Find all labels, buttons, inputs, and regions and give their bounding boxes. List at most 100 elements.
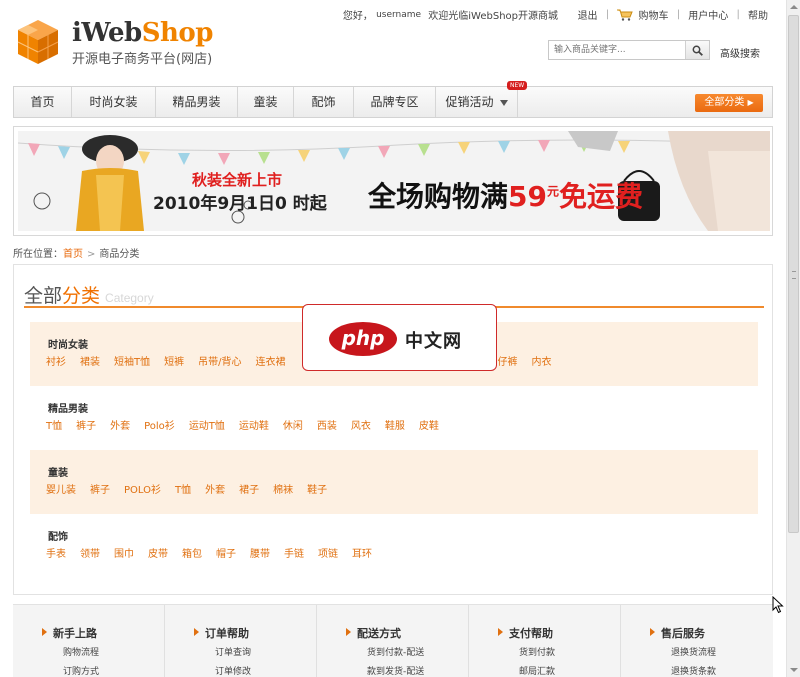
main-nav: 首页 时尚女装 精品男装 童装 配饰 品牌专区 促销活动 NEW 全部分类 ▶ [13,81,773,118]
nav-item-kids[interactable]: 童装 [238,87,294,117]
category-link[interactable]: 耳环 [352,545,372,560]
php-watermark-text: 中文网 [405,331,462,352]
footer-link[interactable]: 购物流程 [63,645,99,658]
promo-banner[interactable]: 秋装全新上市 2010年9月1日0 时起 全场购物满59元免运费 [13,126,773,236]
nav-item-womens[interactable]: 时尚女装 [72,87,156,117]
welcome-text: 欢迎光临iWebShop开源商城 [428,11,558,22]
grip-icon [792,271,796,279]
footer-link[interactable]: 货到付款-配送 [367,645,424,658]
category-link[interactable]: T恤 [175,481,191,496]
banner-promo-number: 59 [508,180,547,213]
category-link[interactable]: 棉袜 [273,481,293,496]
footer-link[interactable]: 款到发货-配送 [367,664,424,677]
category-link[interactable]: Polo衫 [144,417,175,432]
footer-link[interactable]: 货到付款 [519,645,555,658]
breadcrumb-label: 所在位置： [13,249,63,260]
category-group-title[interactable]: 童装 [48,464,68,479]
category-link[interactable]: 外套 [110,417,130,432]
category-link[interactable]: 手链 [284,545,304,560]
footer-link[interactable]: 订单查询 [215,645,251,658]
category-title-a: 全部 [24,285,63,307]
username-text: username [376,9,422,20]
all-categories-button[interactable]: 全部分类 ▶ [695,94,763,112]
footer-column-title: 配送方式 [346,627,401,640]
category-link[interactable]: 外套 [205,481,225,496]
category-link[interactable]: 裤子 [76,417,96,432]
nav-item-promotions[interactable]: 促销活动 [436,87,518,117]
logout-link[interactable]: 退出 [578,7,598,22]
category-link[interactable]: 鞋服 [385,417,405,432]
nav-item-brands[interactable]: 品牌专区 [354,87,436,117]
category-link[interactable]: 休闲 [283,417,303,432]
category-link[interactable]: 领带 [80,545,100,560]
scrollbar-thumb[interactable] [788,15,799,533]
banner-date: 2010年9月1日0 时起 [153,194,327,214]
breadcrumb-current: 商品分类 [99,249,140,260]
php-logo-icon: php [329,322,397,356]
category-link[interactable]: 吊带/背心 [198,353,241,368]
search-button[interactable] [685,41,709,59]
nav-promotions-label: 促销活动 [445,95,494,109]
category-link[interactable]: 皮鞋 [419,417,439,432]
breadcrumb-home-link[interactable]: 首页 [63,249,83,260]
category-link[interactable]: 运动T恤 [189,417,225,432]
nav-item-accessories[interactable]: 配饰 [294,87,354,117]
footer-link[interactable]: 订购方式 [63,664,99,677]
help-link[interactable]: 帮助 [748,7,768,22]
category-link[interactable]: 短袖T恤 [114,353,150,368]
top-links: 您好， username 欢迎光临iWebShop开源商城 退出 | 购物车 |… [343,7,768,22]
footer-column: 支付帮助 货到付款 邮局汇款 [469,605,621,677]
category-link[interactable]: 围巾 [114,545,134,560]
category-group-title[interactable]: 精品男装 [48,400,88,415]
shopping-cart-icon[interactable] [617,9,634,21]
greeting-text: 您好， [342,11,373,22]
nav-item-home[interactable]: 首页 [14,87,72,117]
category-link[interactable]: 西装 [317,417,337,432]
nav-item-mens[interactable]: 精品男装 [156,87,238,117]
category-link[interactable]: 运动鞋 [239,417,269,432]
footer-link[interactable]: 退换货流程 [671,645,716,658]
category-link[interactable]: T恤 [46,417,62,432]
category-link[interactable]: 帽子 [216,545,236,560]
advanced-search-link[interactable]: 高级搜索 [720,45,760,60]
divider [566,9,569,20]
category-link[interactable]: 手表 [46,545,66,560]
category-link[interactable]: 裤子 [90,481,110,496]
php-watermark: php 中文网 [302,304,497,371]
category-link[interactable]: 项链 [318,545,338,560]
category-link[interactable]: 皮带 [148,545,168,560]
category-group-accessories: 配饰 手表 领带 围巾 皮带 箱包 帽子 腰带 手链 项链 耳环 [30,514,758,578]
category-link[interactable]: 内衣 [531,353,551,368]
footer-link[interactable]: 退换货条款 [671,664,716,677]
cart-link[interactable]: 购物车 [639,7,669,22]
category-link[interactable]: 连衣裙 [255,353,285,368]
footer-help: 新手上路 购物流程 订购方式 订单帮助 订单查询 订单修改 配送方式 货到付款-… [13,604,773,677]
footer-link[interactable]: 订单修改 [215,664,251,677]
category-group-title[interactable]: 时尚女装 [48,336,88,351]
category-title-b: 分类 [62,285,101,307]
site-logo[interactable]: iWebShop 开源电子商务平台(网店) [14,18,234,68]
category-link[interactable]: 风衣 [351,417,371,432]
vertical-scrollbar[interactable] [786,0,800,677]
banner-headline: 秋装全新上市 [192,171,283,189]
footer-link[interactable]: 邮局汇款 [519,664,555,677]
category-link[interactable]: 裙装 [80,353,100,368]
category-link[interactable]: 鞋子 [307,481,327,496]
category-link[interactable]: 腰带 [250,545,270,560]
category-link[interactable]: 婴儿装 [46,481,76,496]
scroll-down-arrow-icon[interactable] [787,663,800,677]
category-link[interactable]: 短裤 [164,353,184,368]
category-group-title[interactable]: 配饰 [48,528,68,543]
scroll-up-arrow-icon[interactable] [787,0,800,14]
category-link[interactable]: 裙子 [239,481,259,496]
new-badge: NEW [507,81,528,90]
user-center-link[interactable]: 用户中心 [688,7,728,22]
category-link[interactable]: 箱包 [182,545,202,560]
category-link[interactable]: 衬衫 [46,353,66,368]
footer-column: 配送方式 货到付款-配送 款到发货-配送 [317,605,469,677]
php-logo-text: php [341,326,385,350]
search-input[interactable] [549,41,685,59]
footer-column-title: 订单帮助 [194,627,249,640]
mouse-cursor-icon [772,596,784,614]
category-link[interactable]: POLO衫 [124,481,161,496]
